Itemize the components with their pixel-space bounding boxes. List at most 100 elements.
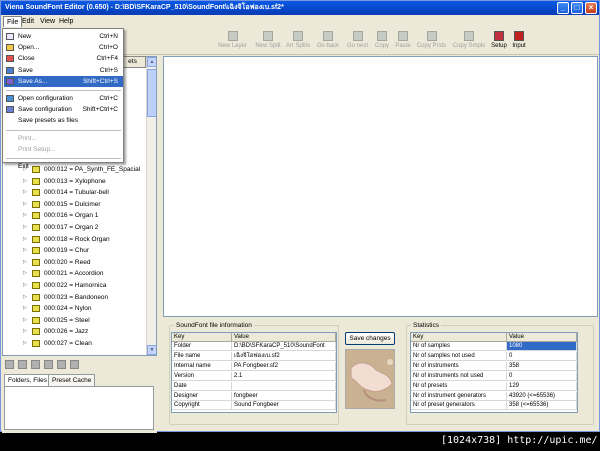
- expand-arrow-icon[interactable]: ▷: [23, 306, 28, 311]
- grid-row[interactable]: Internal name PA Fongbeer.sf2: [172, 361, 336, 371]
- up-folder-icon[interactable]: [5, 360, 14, 369]
- go-next-button[interactable]: Go next: [344, 30, 371, 54]
- grid-row[interactable]: Nr of instruments 358: [411, 361, 577, 371]
- tree-item-preset[interactable]: ▷ 000:022 = Hamornica: [3, 280, 146, 291]
- grid-header-value[interactable]: Value: [507, 333, 577, 342]
- soundfont-info-grid[interactable]: Key Value Folder D:\BD\SFKaraCP_510\SoundFo…: [171, 332, 337, 413]
- menu-item-save[interactable]: Save Ctrl+S: [4, 65, 123, 76]
- menu-item-print-setup[interactable]: Print Setup...: [4, 144, 123, 155]
- menu-item-open-configuration[interactable]: Open configuration Ctrl+C: [4, 93, 123, 104]
- save-changes-button[interactable]: Save changes: [345, 332, 395, 345]
- grid-header-key[interactable]: Key: [411, 333, 507, 342]
- menu-edit[interactable]: Edit: [19, 16, 37, 27]
- grid-row[interactable]: Nr of samples not used 0: [411, 351, 577, 361]
- folders-files-list[interactable]: [4, 386, 154, 430]
- refresh-icon[interactable]: [18, 360, 27, 369]
- tree-item-preset[interactable]: ▷ 000:023 = Bandoneon: [3, 292, 146, 303]
- menu-item-new[interactable]: New Ctrl+N: [4, 31, 123, 42]
- copy-prsts-button[interactable]: Copy Prsts: [415, 30, 448, 54]
- statistics-grid[interactable]: Key Value Nr of samples 1080 Nr of samples n…: [410, 332, 578, 413]
- expand-arrow-icon[interactable]: ▷: [23, 213, 28, 218]
- expand-arrow-icon[interactable]: ▷: [23, 317, 28, 323]
- maximize-button[interactable]: □: [571, 2, 583, 14]
- copy-smpls-button[interactable]: Copy Smpls: [451, 30, 487, 54]
- tab-preset-cache[interactable]: Preset Cache: [48, 374, 96, 386]
- grid-value-cell: 358: [507, 361, 577, 371]
- tree-item-preset[interactable]: ▷ 000:024 = Nylon: [3, 303, 146, 314]
- tree-item-preset[interactable]: ▷ 000:018 = Rock Organ: [3, 234, 146, 245]
- menu-item-open[interactable]: Open... Ctrl+O: [4, 42, 123, 53]
- stop-icon[interactable]: [57, 360, 66, 369]
- minimize-button[interactable]: _: [557, 2, 569, 14]
- grid-row[interactable]: Designer fongbeer: [172, 391, 336, 401]
- toolbar-button-label: Copy Prsts: [416, 43, 447, 49]
- new-layer-button[interactable]: New Layer: [216, 30, 249, 54]
- close-button[interactable]: ×: [585, 2, 597, 14]
- tree-item-preset[interactable]: ▷ 000:015 = Dulcimer: [3, 199, 146, 210]
- menu-item-close[interactable]: Close Ctrl+F4: [4, 53, 123, 64]
- grid-row[interactable]: Nr of preset generators 358 (<=65536): [411, 401, 577, 411]
- expand-arrow-icon[interactable]: ▷: [23, 294, 28, 300]
- tree-item-preset[interactable]: ▷ 000:016 = Organ 1: [3, 210, 146, 221]
- expand-arrow-icon[interactable]: ▷: [23, 259, 28, 265]
- grid-value-cell: D:\BD\SFKaraCP_510\SoundFont: [232, 342, 336, 351]
- tree-item-preset[interactable]: ▷ 000:017 = Organ 2: [3, 222, 146, 233]
- tree-item-preset[interactable]: ▷ 000:020 = Reed: [3, 257, 146, 268]
- menu-item-print[interactable]: Print...: [4, 133, 123, 144]
- menu-item-save-configuration[interactable]: Save configuration Shift+Ctrl+C: [4, 104, 123, 115]
- grid-row[interactable]: Copyright Sound Fongbeer: [172, 401, 336, 411]
- tree-scrollbar[interactable]: ▲ ▼: [146, 57, 156, 355]
- menu-item-exit[interactable]: Exit: [4, 161, 123, 172]
- new-split-button[interactable]: New Split: [254, 30, 282, 54]
- menu-item-save-as[interactable]: Save As... Shift+Ctrl+S: [4, 75, 123, 87]
- tree-item-preset[interactable]: ▷ 000:021 = Accordion: [3, 268, 146, 279]
- grid-row[interactable]: File name เฉิงจิโอฟองเบ.sf2: [172, 351, 336, 361]
- grid-row[interactable]: Nr of presets 129: [411, 381, 577, 391]
- setup-button[interactable]: Setup: [490, 30, 508, 54]
- expand-arrow-icon[interactable]: ▷: [23, 248, 28, 253]
- scroll-up-arrow-icon[interactable]: ▲: [147, 57, 156, 67]
- menu-item-save-presets-as-files[interactable]: Save presets as files: [4, 115, 123, 126]
- tree-item-preset[interactable]: ▷ 000:025 = Steel: [3, 315, 146, 326]
- grid-header-value[interactable]: Value: [232, 333, 336, 342]
- scroll-down-arrow-icon[interactable]: ▼: [147, 345, 156, 355]
- grid-header-key[interactable]: Key: [172, 333, 232, 342]
- expand-arrow-icon[interactable]: ▷: [23, 178, 28, 184]
- expand-arrow-icon[interactable]: ▷: [23, 283, 28, 288]
- paste-button[interactable]: Paste: [393, 30, 413, 54]
- grid-row[interactable]: Date: [172, 381, 336, 391]
- tree-item-preset[interactable]: ▷ 000:019 = Chur: [3, 245, 146, 256]
- expand-arrow-icon[interactable]: ▷: [23, 271, 28, 276]
- tree-item-preset[interactable]: ▷ 000:013 = Xylophone: [3, 176, 146, 187]
- expand-arrow-icon[interactable]: ▷: [23, 190, 28, 195]
- grid-row[interactable]: Nr of instrument generators 43920 (<=6553…: [411, 391, 577, 401]
- tree-item-preset[interactable]: ▷ 000:027 = Clean: [3, 338, 146, 349]
- input-button[interactable]: Input: [511, 30, 527, 54]
- expand-arrow-icon[interactable]: ▷: [23, 236, 28, 242]
- scroll-thumb[interactable]: [147, 69, 156, 117]
- tree-item-preset[interactable]: ▷ 000:014 = Tubular-bell: [3, 187, 146, 198]
- menu-view[interactable]: View: [37, 16, 58, 27]
- preset-label: 000:025 = Steel: [44, 316, 90, 324]
- title-bar[interactable]: Viena SoundFont Editor (0.650) - D:\BD\S…: [1, 1, 599, 15]
- expand-arrow-icon[interactable]: ▷: [23, 201, 28, 207]
- editor-canvas[interactable]: [163, 56, 598, 317]
- expand-arrow-icon[interactable]: ▷: [23, 225, 28, 230]
- arr-splits-button[interactable]: Arr Splits: [284, 30, 312, 54]
- expand-arrow-icon[interactable]: ▷: [23, 329, 28, 334]
- go-back-button[interactable]: Go back: [314, 30, 342, 54]
- grid-row[interactable]: Version 2.1: [172, 371, 336, 381]
- expand-arrow-icon[interactable]: ▷: [23, 341, 28, 346]
- grid-row[interactable]: Nr of samples 1080: [411, 342, 577, 351]
- grid-row[interactable]: Nr of instruments not used 0: [411, 371, 577, 381]
- grid-value-cell: 0: [507, 351, 577, 361]
- menu-item-shortcut: Ctrl+N: [99, 33, 118, 40]
- options-icon[interactable]: [70, 360, 79, 369]
- delete-icon[interactable]: [31, 360, 40, 369]
- menu-help[interactable]: Help: [56, 16, 76, 27]
- tree-item-preset[interactable]: ▷ 000:026 = Jazz: [3, 326, 146, 337]
- play-icon[interactable]: [44, 360, 53, 369]
- grid-row[interactable]: Folder D:\BD\SFKaraCP_510\SoundFont: [172, 342, 336, 351]
- copy-button[interactable]: Copy: [373, 30, 391, 54]
- go-back-icon: [323, 31, 333, 41]
